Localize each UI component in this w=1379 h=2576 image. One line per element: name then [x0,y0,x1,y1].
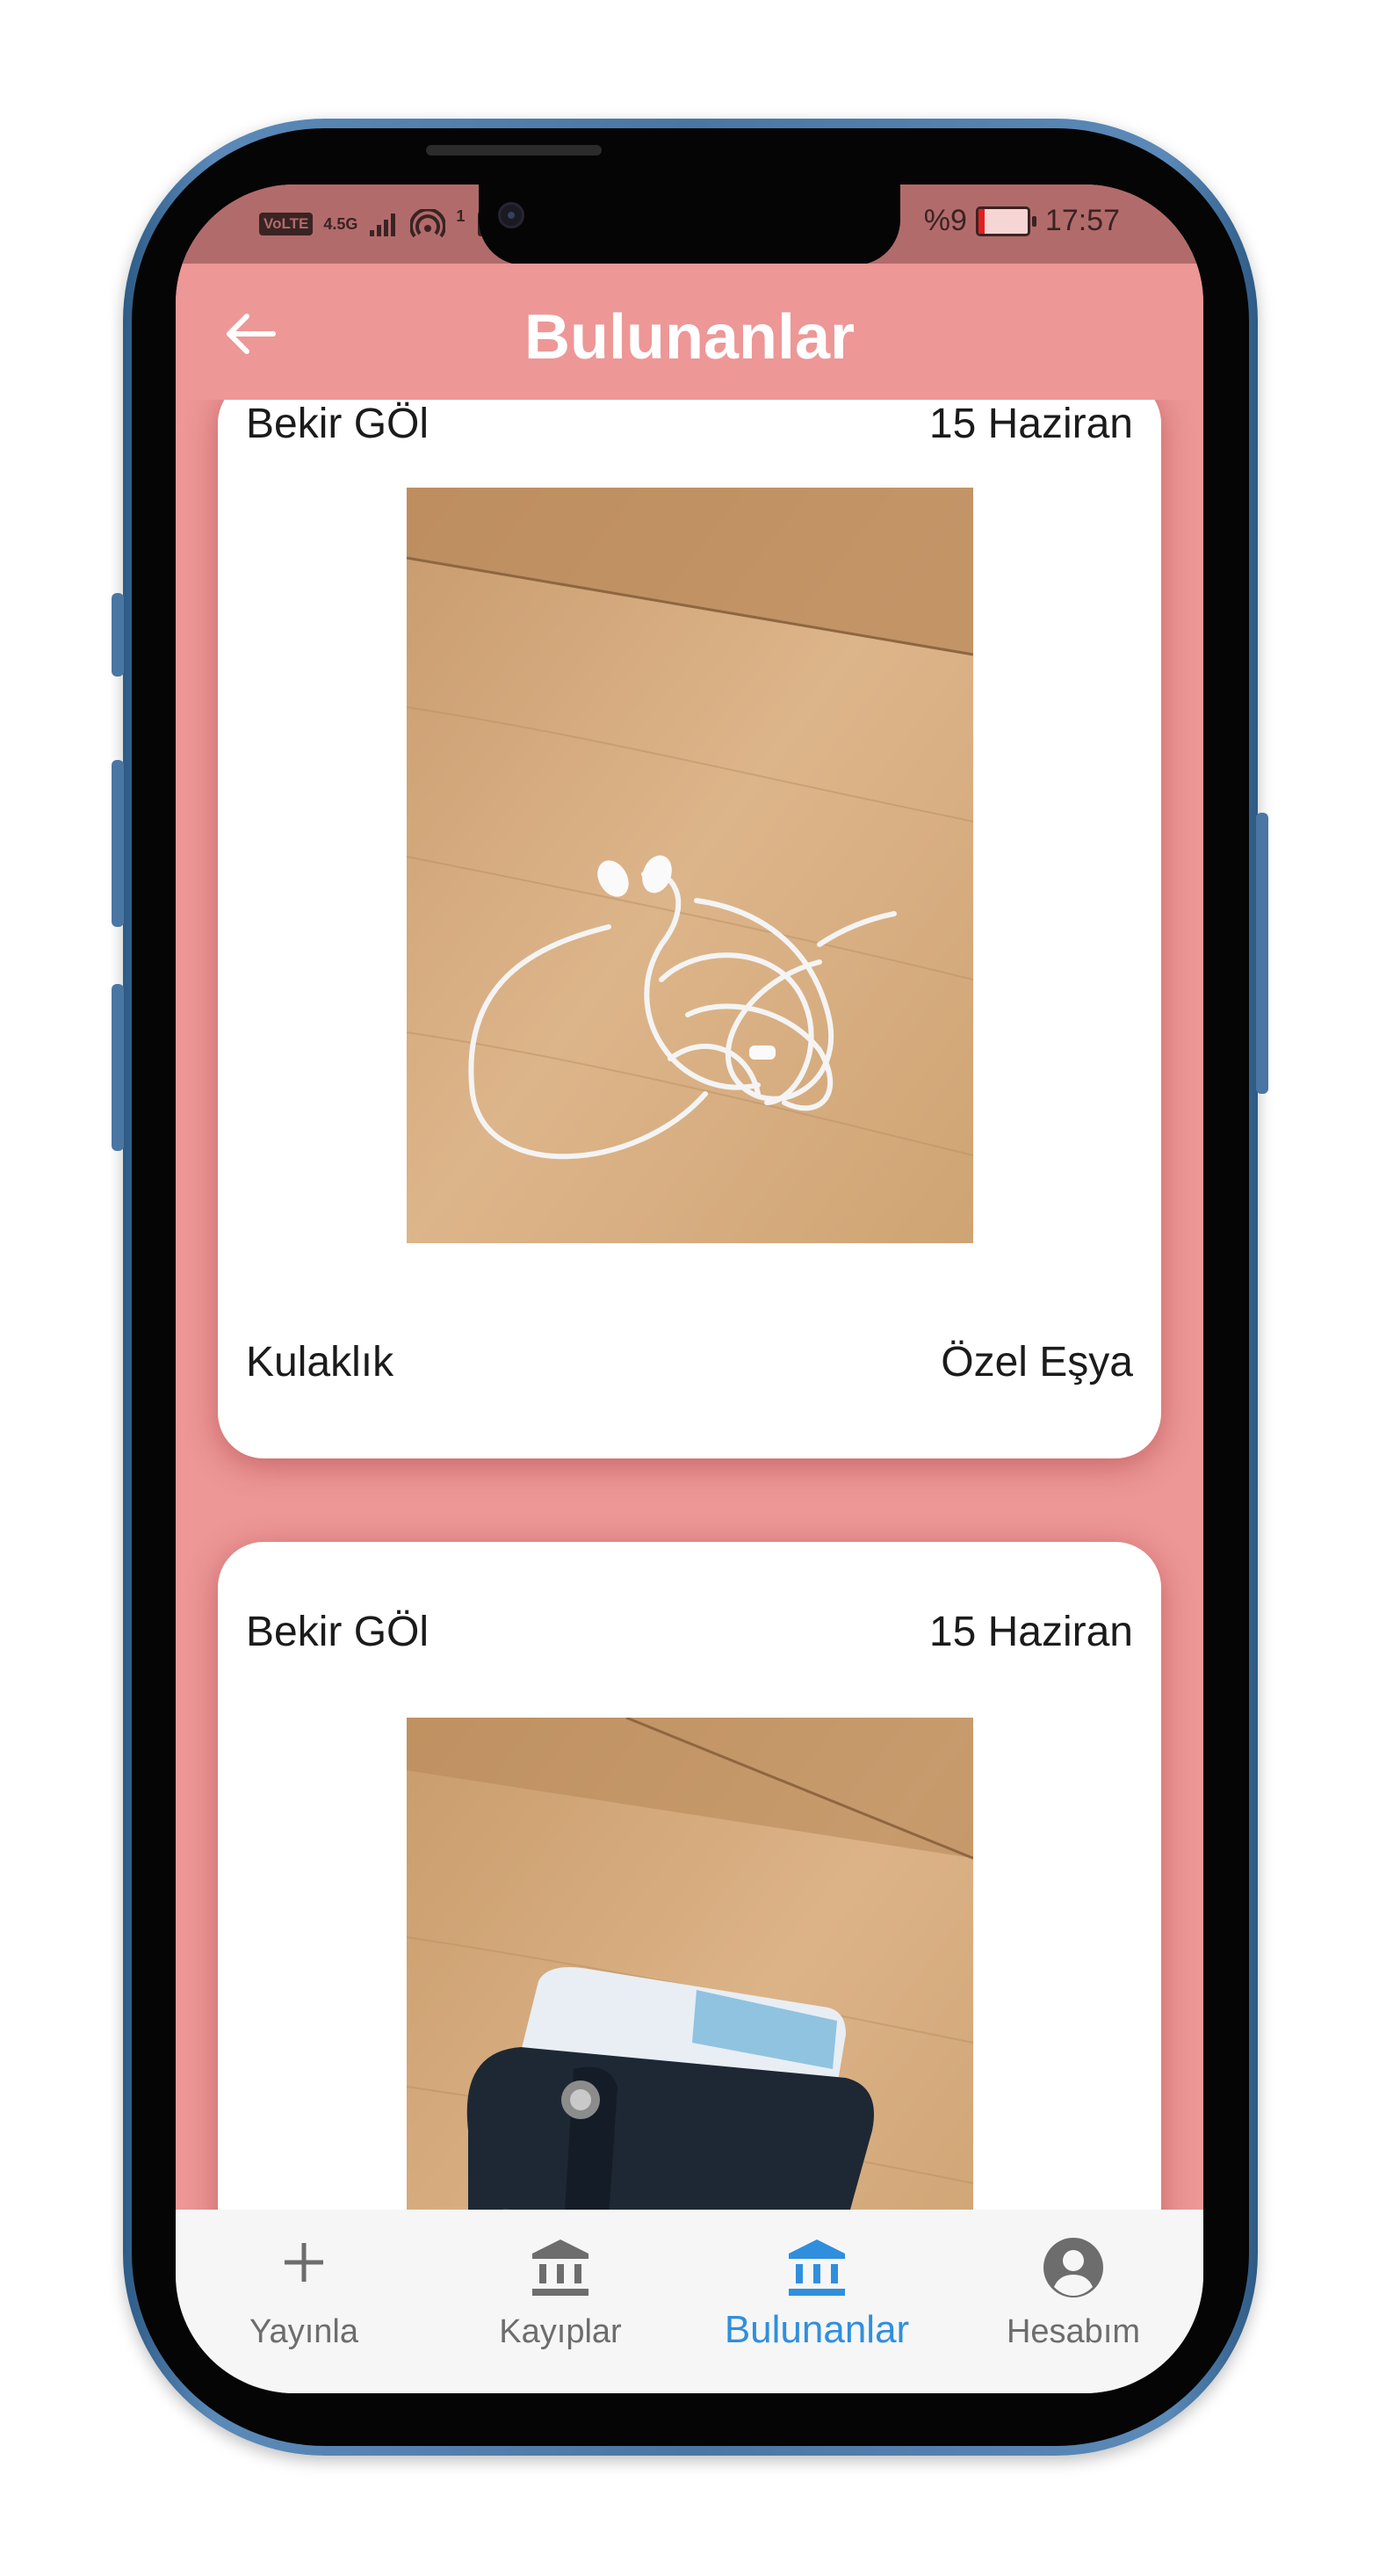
found-item-card[interactable]: Bekir GÖl 15 Haziran [218,1542,1161,2210]
camera-notch [479,185,900,265]
volume-up-button [112,760,124,927]
item-name: Kulaklık [246,1339,394,1386]
clock: 17:57 [1044,204,1120,237]
card-footer: Kulaklık Özel Eşya [246,1338,1133,1386]
nav-item-bulunanlar[interactable]: Bulunanlar [689,2210,945,2393]
power-button [1256,813,1268,1094]
found-item-card[interactable]: Bekir GÖl 15 Haziran [218,400,1161,1458]
hotspot-icon [410,209,446,238]
battery-icon [975,206,1030,236]
battery-tip [1031,215,1036,227]
nav-label: Yayınla [249,2313,358,2350]
item-owner: Bekir GÖl [246,1609,430,1655]
plus-icon [285,2243,323,2282]
front-camera [498,202,524,228]
bank-icon [789,2240,845,2296]
wallet-photo[interactable] [407,1718,973,2210]
sim-count: 1 [456,206,466,225]
battery-level [978,208,985,234]
item-date: 15 Haziran [928,1609,1133,1655]
nav-item-yayinla[interactable]: Yayınla [176,2210,432,2393]
bank-icon [532,2240,588,2296]
account-circle-icon [1043,2238,1103,2297]
item-date: 15 Haziran [928,401,1133,447]
earpiece-speaker [426,145,602,156]
app-bar: Bulunanlar [176,264,1203,400]
nav-label: Bulunanlar [724,2308,910,2351]
nav-item-kayiplar[interactable]: Kayıplar [432,2210,689,2393]
nav-label: Hesabım [1006,2313,1141,2350]
status-right: %9 17:57 [924,204,1120,238]
earphones-photo[interactable] [407,488,973,1243]
found-items-list[interactable]: Bekir GÖl 15 Haziran Kulaklık Özel Eşya … [176,400,1203,2210]
card-header: Bekir GÖl 15 Haziran [246,400,1133,448]
item-category: Özel Eşya [941,1339,1133,1386]
card-header: Bekir GÖl 15 Haziran [246,1608,1133,1656]
app-screen: VoLTE 4.5G 1 %9 17:57 Bekir GÖl 15 Hazir… [176,185,1203,2393]
silent-switch [112,593,124,677]
bottom-navigation: Yayınla Kayıplar Bulunanlar Hesabım [176,2210,1203,2393]
page-title: Bulunanlar [523,302,856,373]
nav-item-hesabim[interactable]: Hesabım [945,2210,1202,2393]
nav-label: Kayıplar [499,2313,622,2350]
volume-down-button [112,984,124,1151]
battery-percent: %9 [923,204,967,237]
volte-badge: VoLTE [259,213,314,235]
status-left: VoLTE 4.5G 1 [259,206,495,239]
network-type: 4.5G [323,214,358,233]
item-owner: Bekir GÖl [246,401,430,447]
signal-icon [370,213,396,236]
